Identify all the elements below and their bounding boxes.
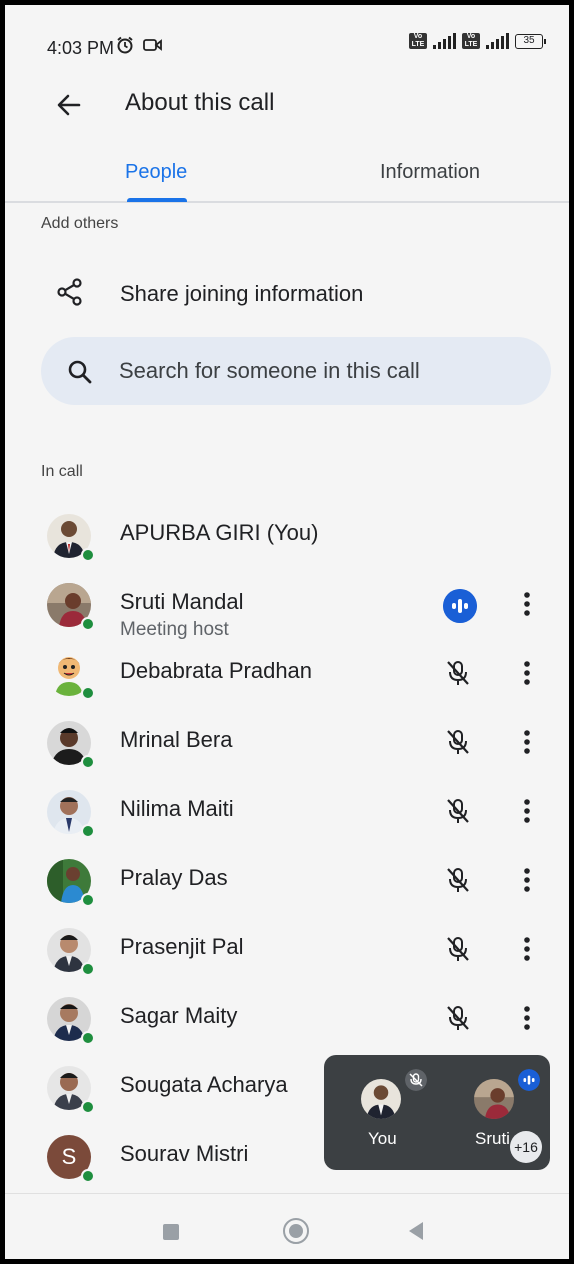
volte-icon-2: Vo LTE	[462, 33, 480, 49]
participant-row[interactable]: Sagar Maity	[5, 991, 569, 1057]
share-icon	[57, 278, 82, 306]
participant-name: Mrinal Bera	[120, 727, 233, 752]
avatar: S	[47, 1135, 95, 1183]
participant-row[interactable]: Sruti Mandal Meeting host	[5, 577, 569, 643]
online-indicator	[81, 617, 95, 631]
more-participants-badge: +16	[510, 1131, 542, 1163]
preview-mic-off-icon	[405, 1069, 427, 1091]
participant-name: APURBA GIRI (You)	[120, 520, 319, 545]
video-call-icon	[143, 39, 162, 51]
tab-bar: People Information	[5, 155, 569, 203]
mic-off-icon	[447, 868, 469, 892]
avatar	[47, 790, 95, 838]
back-button[interactable]	[409, 1222, 423, 1240]
avatar	[47, 859, 95, 907]
online-indicator	[81, 962, 95, 976]
status-time: 4:03 PM	[47, 38, 115, 58]
preview-other-label: Sruti	[475, 1129, 510, 1148]
mic-off-icon	[447, 1006, 469, 1030]
participant-name: Debabrata Pradhan	[120, 658, 313, 683]
signal-icon-2	[486, 33, 509, 49]
participant-name: Sougata Acharya	[120, 1072, 288, 1097]
avatar	[47, 1066, 95, 1114]
participant-name: Sagar Maity	[120, 1003, 238, 1028]
preview-avatar-you	[361, 1079, 401, 1119]
participant-row[interactable]: Nilima Maiti	[5, 784, 569, 850]
search-input[interactable]: Search for someone in this call	[41, 337, 551, 405]
more-options-icon[interactable]	[515, 796, 539, 826]
more-options-icon[interactable]	[515, 934, 539, 964]
active-tab-indicator	[127, 198, 187, 202]
tab-information[interactable]: Information	[380, 161, 480, 184]
participant-row[interactable]: Mrinal Bera	[5, 715, 569, 781]
participant-name: Nilima Maiti	[120, 796, 234, 821]
participant-name: Prasenjit Pal	[120, 934, 244, 959]
avatar	[47, 514, 95, 562]
battery-icon: 35	[515, 33, 546, 49]
participant-name: Sruti Mandal	[120, 589, 244, 614]
share-joining-info-button[interactable]: Share joining information	[5, 265, 569, 325]
search-icon	[68, 360, 92, 384]
participant-row[interactable]: APURBA GIRI (You)	[5, 508, 569, 574]
preview-speaking-icon	[518, 1069, 540, 1091]
participant-name: Pralay Das	[120, 865, 228, 890]
avatar	[47, 928, 95, 976]
online-indicator	[81, 1031, 95, 1045]
more-options-icon[interactable]	[515, 727, 539, 757]
search-placeholder: Search for someone in this call	[119, 358, 420, 383]
signal-icon	[433, 33, 456, 49]
avatar	[47, 583, 95, 631]
more-options-icon[interactable]	[515, 658, 539, 688]
mic-off-icon	[447, 937, 469, 961]
avatar	[47, 721, 95, 769]
volte-icon: Vo LTE	[409, 33, 427, 49]
more-options-icon[interactable]	[515, 865, 539, 895]
mic-off-icon	[447, 661, 469, 685]
status-right-icons: Vo LTE Vo LTE 35	[409, 33, 546, 49]
online-indicator	[81, 755, 95, 769]
alarm-icon	[117, 36, 133, 54]
status-bar: 4:03 PM Vo LTE Vo LTE 35	[5, 5, 569, 85]
more-options-icon[interactable]	[515, 1003, 539, 1033]
back-arrow-icon[interactable]	[53, 89, 85, 121]
participant-row[interactable]: Pralay Das	[5, 853, 569, 919]
mic-off-icon	[447, 730, 469, 754]
mic-off-icon	[447, 799, 469, 823]
online-indicator	[81, 824, 95, 838]
participant-name: Sourav Mistri	[120, 1141, 249, 1166]
online-indicator	[81, 548, 95, 562]
speaking-indicator-icon	[443, 589, 477, 623]
add-others-label: Add others	[41, 215, 119, 232]
system-nav-bar	[5, 1193, 569, 1259]
preview-avatar-other	[474, 1079, 514, 1119]
avatar	[47, 997, 95, 1045]
preview-you-label: You	[368, 1129, 397, 1148]
online-indicator	[81, 686, 95, 700]
online-indicator	[81, 1100, 95, 1114]
call-preview-pip[interactable]: You Sruti +16	[324, 1055, 550, 1170]
in-call-label: In call	[41, 463, 83, 480]
tab-people[interactable]: People	[125, 161, 187, 184]
share-joining-info-label: Share joining information	[120, 281, 364, 306]
avatar	[47, 652, 95, 700]
status-left-icons	[115, 35, 163, 55]
phone-screen: 4:03 PM Vo LTE Vo LTE 35 About this call…	[5, 5, 569, 1259]
online-indicator	[81, 1169, 95, 1183]
online-indicator	[81, 893, 95, 907]
home-button[interactable]	[283, 1218, 309, 1244]
participant-role: Meeting host	[120, 619, 229, 640]
participant-row[interactable]: Debabrata Pradhan	[5, 646, 569, 712]
participant-row[interactable]: Prasenjit Pal	[5, 922, 569, 988]
more-options-icon[interactable]	[515, 589, 539, 619]
recents-button[interactable]	[163, 1224, 179, 1240]
page-title: About this call	[125, 89, 275, 116]
